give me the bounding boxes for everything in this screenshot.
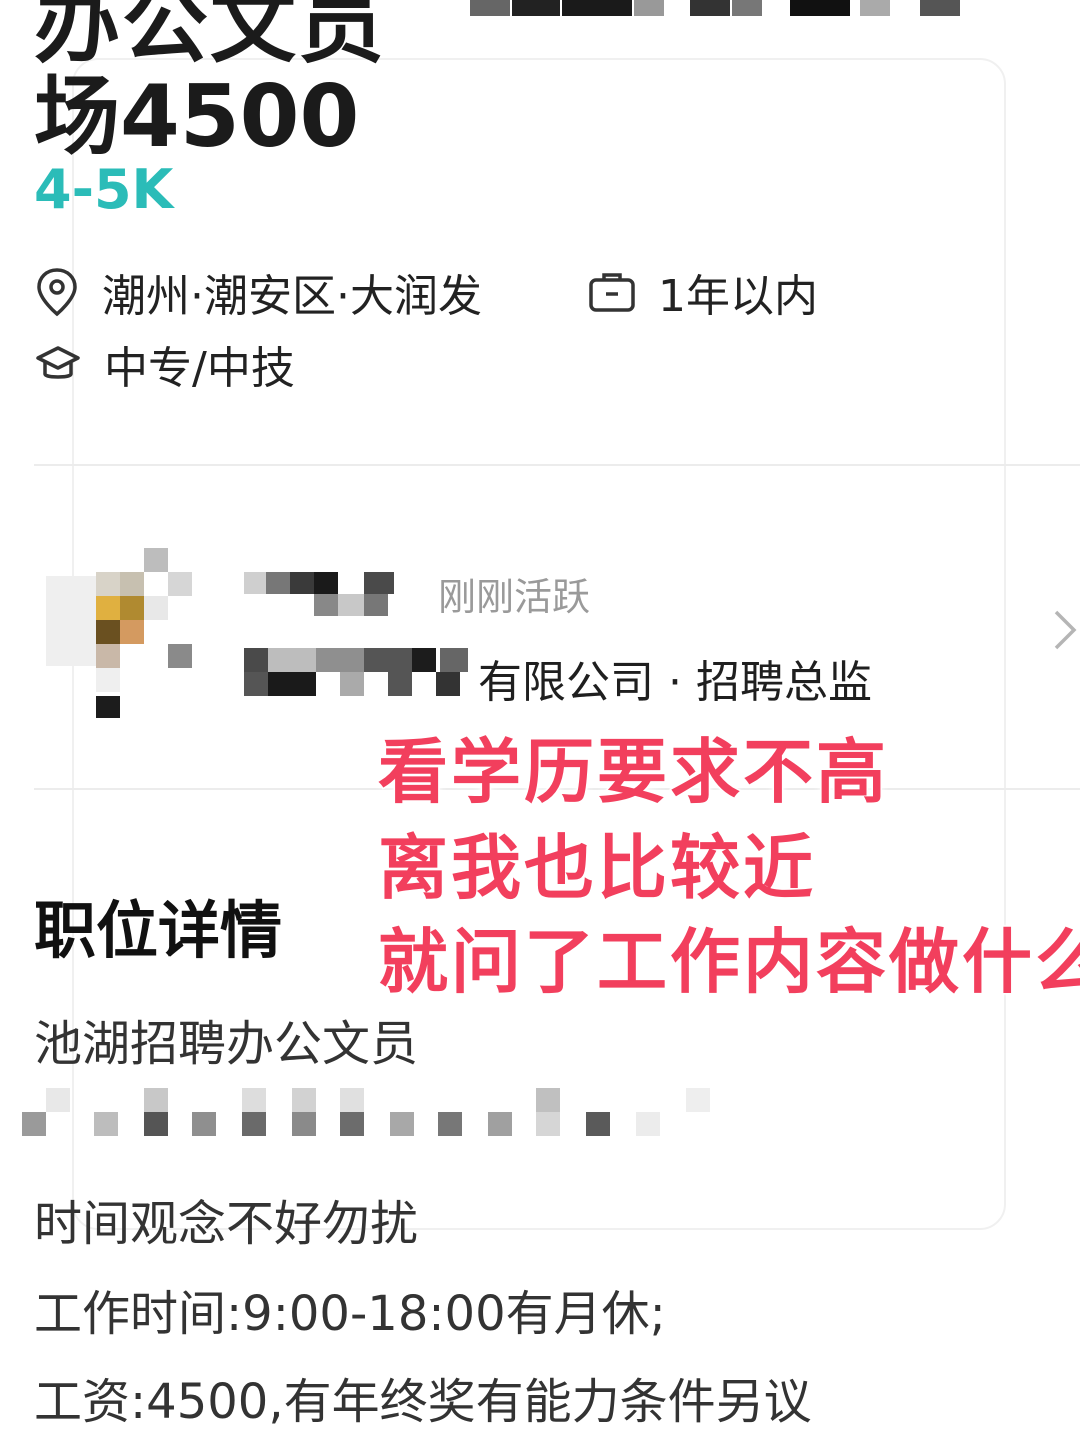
divider-top	[34, 464, 1080, 466]
job-details-line1: 池湖招聘办公文员	[34, 1016, 419, 1072]
overlay-caption-line3: 就问了工作内容做什么	[377, 920, 1080, 1005]
education-text: 中专/中技	[104, 343, 295, 394]
recruiter-name-mosaic	[244, 572, 394, 616]
chevron-right-icon[interactable]	[1052, 608, 1078, 652]
job-details-line4: 工资:4500,有年终奖有能力条件另议	[34, 1374, 812, 1430]
job-details-heading: 职位详情	[34, 894, 283, 967]
overlay-caption-line2: 离我也比较近	[377, 826, 816, 911]
briefcase-icon	[589, 273, 635, 312]
job-details-line3: 工作时间:9:00-18:00有月休;	[34, 1286, 666, 1342]
overlay-caption-line1: 看学历要求不高	[377, 730, 889, 815]
job-experience-row: 1年以内	[588, 260, 818, 324]
map-pin-icon	[37, 268, 77, 317]
title-mosaic	[470, 0, 960, 16]
job-title-line2: 场4500	[34, 67, 360, 167]
location-text: 潮州·潮安区·大润发	[102, 271, 482, 322]
recruiter-avatar[interactable]	[22, 546, 198, 722]
recruiter-company-title: 有限公司 · 招聘总监	[478, 657, 872, 708]
graduation-cap-icon	[36, 346, 80, 379]
job-education-row: 中专/中技	[34, 332, 295, 396]
recruiter-active-status: 刚刚活跃	[438, 575, 591, 619]
job-details-mosaic	[22, 1088, 710, 1136]
salary-range: 4-5K	[34, 158, 174, 221]
job-details-line2: 时间观念不好勿扰	[34, 1196, 419, 1252]
job-location-row[interactable]: 潮州·潮安区·大润发	[34, 260, 482, 324]
experience-text: 1年以内	[658, 271, 818, 322]
company-name-mosaic	[244, 648, 468, 696]
